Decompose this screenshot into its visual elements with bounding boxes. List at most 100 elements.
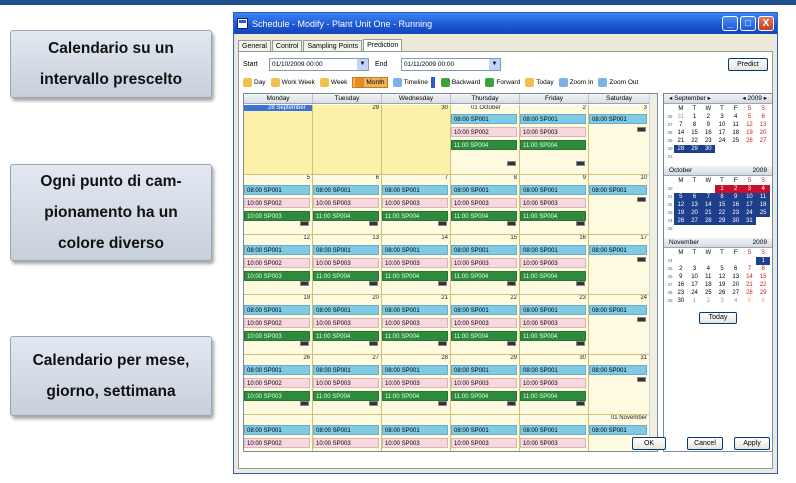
more-events-icon[interactable] [507, 401, 516, 406]
event-chip[interactable]: 11:00 SP004 [313, 331, 379, 341]
mini-day[interactable]: 13 [687, 201, 702, 209]
event-chip[interactable]: 10:00 SP003 [520, 438, 586, 448]
event-chip[interactable]: 08:00 SP001 [520, 305, 586, 315]
toolbar-today-button[interactable]: Today [525, 78, 554, 87]
calendar-day[interactable]: 5 08:00 SP001 10:00 SP002 10:00 SP003 [244, 175, 313, 234]
mini-day[interactable] [674, 257, 688, 265]
mini-day[interactable] [701, 225, 715, 233]
mini-day[interactable] [743, 145, 757, 153]
event-chip[interactable]: 08:00 SP001 [520, 365, 586, 375]
mini-day[interactable]: 4 [701, 265, 715, 273]
event-chip[interactable]: 08:00 SP001 [451, 185, 517, 195]
calendar-day[interactable]: 15 08:00 SP001 10:00 SP003 11:00 SP004 [451, 235, 520, 294]
event-chip[interactable]: 08:00 SP001 [451, 305, 517, 315]
mini-day[interactable]: 28 [674, 145, 688, 153]
mini-day[interactable]: 25 [756, 209, 770, 217]
more-events-icon[interactable] [637, 317, 646, 322]
mini-day[interactable]: 16 [701, 129, 715, 137]
calendar-day[interactable]: 6 08:00 SP001 10:00 SP003 11:00 SP004 [313, 175, 382, 234]
mini-day[interactable]: 1 [688, 297, 702, 305]
event-chip[interactable]: 08:00 SP001 [451, 425, 517, 435]
mini-day[interactable]: 31 [742, 217, 757, 225]
toolbar-timeline-button[interactable]: Timeline [392, 78, 428, 87]
event-chip[interactable]: 11:00 SP004 [382, 211, 448, 221]
mini-day[interactable]: 5 [743, 297, 757, 305]
mini-day[interactable]: 8 [756, 265, 770, 273]
mini-day[interactable]: 22 [715, 209, 729, 217]
event-chip[interactable]: 08:00 SP001 [589, 114, 647, 124]
more-events-icon[interactable] [438, 401, 447, 406]
calendar-day[interactable]: 9 08:00 SP001 10:00 SP003 11:00 SP004 [520, 175, 589, 234]
mini-day[interactable] [756, 153, 770, 161]
event-chip[interactable]: 10:00 SP002 [244, 318, 310, 328]
mini-day[interactable]: 30 [728, 217, 743, 225]
calendar-day[interactable]: 29 08:00 SP001 10:00 SP003 11:00 SP004 [451, 355, 520, 414]
event-chip[interactable]: 10:00 SP003 [244, 271, 310, 281]
mini-day[interactable] [701, 257, 715, 265]
event-chip[interactable]: 08:00 SP001 [589, 185, 647, 195]
mini-day[interactable]: 13 [729, 273, 743, 281]
mini-day[interactable] [756, 145, 770, 153]
mini-day[interactable] [701, 185, 715, 193]
calendar-day[interactable]: 2 08:00 SP001 10:00 SP003 11:00 SP004 [520, 105, 589, 174]
event-chip[interactable]: 08:00 SP001 [313, 365, 379, 375]
mini-day[interactable]: 15 [715, 201, 729, 209]
event-chip[interactable]: 10:00 SP003 [313, 378, 379, 388]
more-events-icon[interactable] [369, 221, 378, 226]
mini-day[interactable]: 5 [674, 193, 688, 201]
mini-day[interactable]: 4 [729, 297, 743, 305]
more-events-icon[interactable] [576, 401, 585, 406]
mini-day[interactable]: 5 [715, 265, 729, 273]
event-chip[interactable]: 11:00 SP004 [520, 331, 586, 341]
event-chip[interactable]: 10:00 SP003 [451, 198, 517, 208]
mini-day[interactable]: 9 [701, 121, 715, 129]
more-events-icon[interactable] [576, 341, 585, 346]
mini-day[interactable]: 1 [688, 113, 702, 121]
mini-day[interactable]: 10 [742, 193, 757, 201]
toolbar-month-button[interactable]: Month [352, 77, 388, 88]
mini-day[interactable] [715, 153, 729, 161]
calendar-day[interactable]: 8 08:00 SP001 10:00 SP003 11:00 SP004 [451, 175, 520, 234]
calendar-day[interactable]: 29 [313, 105, 382, 174]
mini-day[interactable]: 27 [687, 217, 702, 225]
title-bar[interactable]: Schedule - Modify - Plant Unit One - Run… [234, 13, 777, 34]
event-chip[interactable]: 11:00 SP004 [382, 331, 448, 341]
mini-day[interactable]: 19 [674, 209, 688, 217]
mini-day[interactable] [688, 153, 702, 161]
chevron-down-icon[interactable]: ▼ [357, 58, 368, 70]
event-chip[interactable]: 11:00 SP004 [520, 451, 586, 452]
mini-day[interactable]: 24 [742, 209, 757, 217]
mini-month-label[interactable]: ◂ September ▸ [669, 94, 711, 103]
mini-day[interactable] [688, 257, 702, 265]
mini-day[interactable]: 14 [743, 273, 757, 281]
event-chip[interactable]: 10:00 SP003 [382, 198, 448, 208]
event-chip[interactable]: 10:00 SP003 [382, 378, 448, 388]
mini-day[interactable]: 26 [674, 217, 688, 225]
event-chip[interactable]: 08:00 SP001 [244, 425, 310, 435]
event-chip[interactable]: 11:00 SP004 [313, 391, 379, 401]
mini-day[interactable]: 25 [729, 137, 743, 145]
mini-year-label[interactable]: ◂ 2009 ▸ [742, 94, 767, 103]
event-chip[interactable]: 10:00 SP002 [244, 438, 310, 448]
more-events-icon[interactable] [507, 281, 516, 286]
event-chip[interactable]: 08:00 SP001 [313, 245, 379, 255]
event-chip[interactable]: 11:00 SP004 [313, 211, 379, 221]
event-chip[interactable]: 08:00 SP001 [589, 245, 647, 255]
more-events-icon[interactable] [369, 341, 378, 346]
mini-day[interactable] [701, 153, 715, 161]
calendar-day[interactable]: 08:00 SP001 10:00 SP003 11:00 SP004 [382, 415, 451, 451]
event-chip[interactable]: 10:00 SP003 [244, 451, 310, 452]
event-chip[interactable]: 10:00 SP003 [382, 318, 448, 328]
mini-day[interactable]: 11 [756, 193, 770, 201]
mini-day[interactable]: 29 [715, 217, 729, 225]
mini-day[interactable]: 8 [688, 121, 702, 129]
event-chip[interactable]: 10:00 SP003 [520, 198, 586, 208]
mini-day[interactable]: 20 [756, 129, 770, 137]
more-events-icon[interactable] [369, 401, 378, 406]
more-events-icon[interactable] [637, 127, 646, 132]
today-button[interactable]: Today [699, 312, 737, 324]
mini-day[interactable]: 1 [756, 257, 770, 265]
more-events-icon[interactable] [300, 341, 309, 346]
mini-day[interactable]: 3 [688, 265, 702, 273]
mini-day[interactable]: 21 [701, 209, 716, 217]
